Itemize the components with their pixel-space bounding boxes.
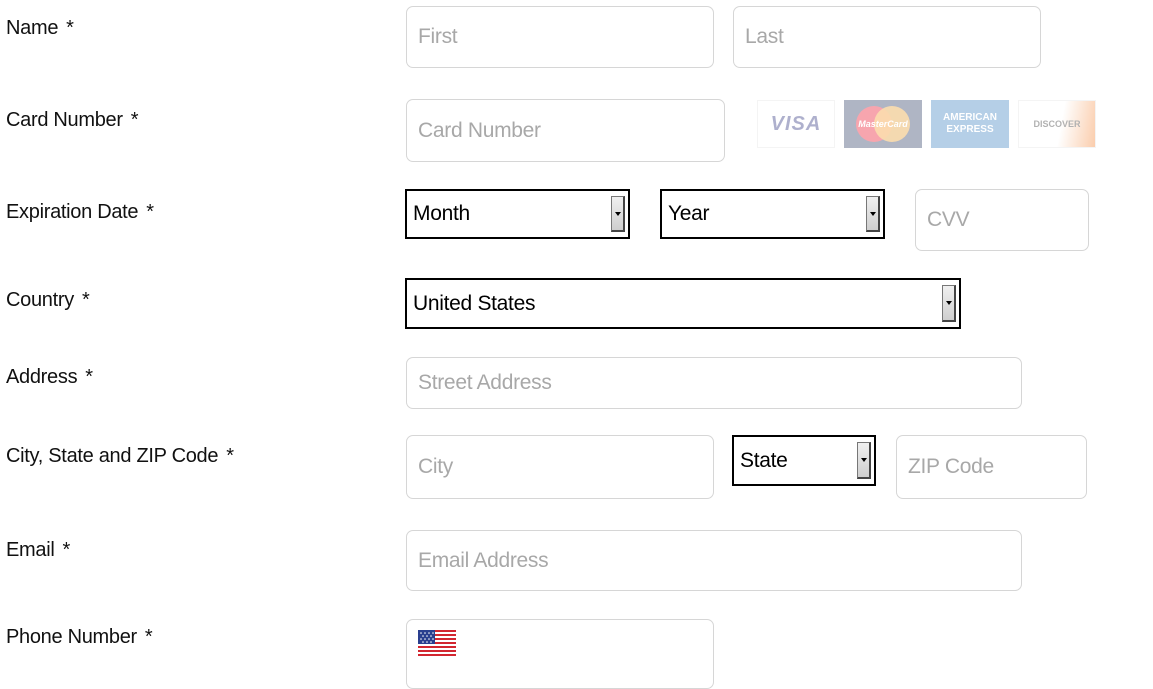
card-number-placeholder: Card Number xyxy=(418,118,541,142)
last-name-placeholder: Last xyxy=(745,25,784,48)
year-select-value: Year xyxy=(668,202,710,225)
chevron-down-icon[interactable] xyxy=(857,442,871,479)
city-state-zip-label: City, State and ZIP Code * xyxy=(6,445,234,467)
first-name-placeholder: First xyxy=(418,25,458,48)
required-asterisk: * xyxy=(62,539,71,561)
year-select[interactable]: Year xyxy=(660,189,885,239)
month-select-value: Month xyxy=(413,202,470,225)
required-asterisk: * xyxy=(85,366,93,388)
amex-icon: AMERICAN EXPRESS xyxy=(931,100,1009,148)
name-label: Name * xyxy=(6,17,74,39)
street-address-placeholder: Street Address xyxy=(418,371,552,394)
country-select[interactable]: United States xyxy=(405,278,961,329)
visa-icon: VISA xyxy=(757,100,835,148)
chevron-down-icon[interactable] xyxy=(866,196,880,232)
email-input[interactable]: Email Address xyxy=(406,530,1022,591)
required-asterisk: * xyxy=(146,201,154,223)
state-select[interactable]: State xyxy=(732,435,876,486)
phone-number-input[interactable] xyxy=(406,619,714,689)
email-label: Email * xyxy=(6,539,71,561)
chevron-down-icon[interactable] xyxy=(942,285,956,322)
card-number-label: Card Number * xyxy=(6,109,139,131)
last-name-input[interactable]: Last xyxy=(733,6,1041,68)
address-label: Address * xyxy=(6,366,93,388)
zip-code-input[interactable]: ZIP Code xyxy=(896,435,1087,499)
expiration-date-label: Expiration Date * xyxy=(6,201,154,223)
month-select[interactable]: Month xyxy=(405,189,630,239)
state-select-value: State xyxy=(740,448,788,472)
us-flag-icon[interactable] xyxy=(418,630,456,656)
required-asterisk: * xyxy=(130,109,139,131)
us-flag-graphic xyxy=(418,630,456,656)
mastercard-icon: MasterCard xyxy=(844,100,922,148)
zip-code-placeholder: ZIP Code xyxy=(908,455,994,478)
first-name-input[interactable]: First xyxy=(406,6,714,68)
phone-number-label: Phone Number * xyxy=(6,626,153,648)
chevron-down-icon[interactable] xyxy=(611,196,625,232)
email-placeholder: Email Address xyxy=(418,548,549,572)
cvv-placeholder: CVV xyxy=(927,208,970,231)
required-asterisk: * xyxy=(144,626,153,648)
city-input[interactable]: City xyxy=(406,435,714,499)
required-asterisk: * xyxy=(66,17,74,39)
discover-icon: DISCOVER xyxy=(1018,100,1096,148)
city-placeholder: City xyxy=(418,455,453,478)
cvv-input[interactable]: CVV xyxy=(915,189,1089,251)
required-asterisk: * xyxy=(226,445,234,467)
card-number-input[interactable]: Card Number xyxy=(406,99,725,162)
country-label: Country * xyxy=(6,289,90,311)
required-asterisk: * xyxy=(81,289,90,311)
country-select-value: United States xyxy=(413,291,536,315)
street-address-input[interactable]: Street Address xyxy=(406,357,1022,409)
